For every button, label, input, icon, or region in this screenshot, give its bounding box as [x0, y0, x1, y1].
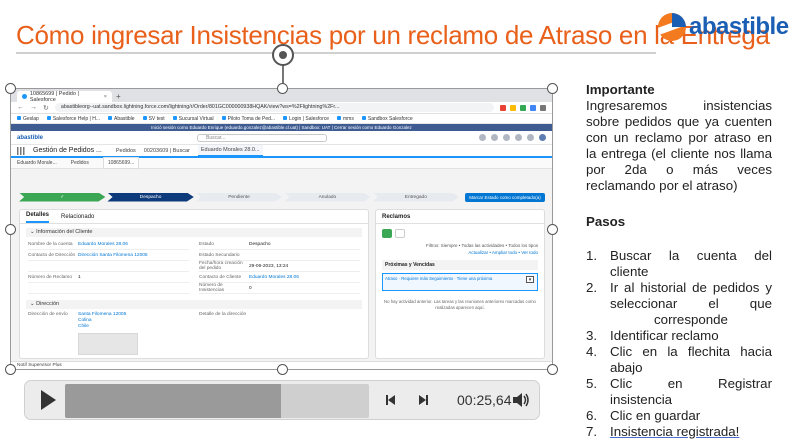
list-item: 4. Clic en la flechita hacia abajo: [586, 344, 772, 375]
rewind-icon[interactable]: [383, 392, 399, 408]
resize-handle[interactable]: [5, 364, 16, 375]
resize-handle[interactable]: [5, 83, 16, 94]
list-item: 1. Buscar la cuenta del cliente: [586, 248, 772, 279]
logo-text: abastible: [689, 13, 789, 40]
slide-title: Cómo ingresar Insistencias por un reclam…: [16, 20, 770, 50]
resize-handle[interactable]: [547, 83, 558, 94]
play-button[interactable]: [33, 385, 63, 415]
video-player: 00:25,64: [24, 380, 540, 420]
instructions-panel: Importante Ingresaremos insistencias sob…: [586, 82, 772, 440]
logo-mark-icon: [658, 13, 686, 41]
importante-text: Ingresaremos insistencias sobre pedidos …: [586, 98, 772, 193]
rotate-handle-icon[interactable]: [272, 44, 294, 66]
list-item: 5. Clic en Registrar insistencia: [586, 376, 772, 407]
resize-handle[interactable]: [547, 224, 558, 235]
list-item: 7. Insistencia registrada!: [586, 424, 740, 439]
list-item: 2. Ir al historial de pedidos y seleccion…: [586, 280, 772, 327]
resize-handle[interactable]: [277, 364, 288, 375]
pasos-title: Pasos: [586, 214, 626, 229]
brand-logo: abastible: [658, 10, 790, 44]
forward-icon[interactable]: [415, 392, 431, 408]
steps-list: 1. Buscar la cuenta del cliente 2. Ir al h…: [586, 248, 772, 440]
resize-handle[interactable]: [277, 83, 288, 94]
volume-icon[interactable]: [512, 392, 530, 408]
seek-progress: [65, 384, 281, 418]
list-item: 3. Identificar reclamo: [586, 328, 719, 343]
title-underline: [16, 52, 656, 54]
list-item: 6. Clic en guardar: [586, 408, 701, 423]
resize-handle[interactable]: [5, 224, 16, 235]
resize-handle[interactable]: [547, 364, 558, 375]
selection-frame: [10, 88, 553, 370]
seek-bar[interactable]: [65, 384, 369, 418]
playback-time: 00:25,64: [457, 392, 512, 408]
importante-title: Importante: [586, 82, 655, 97]
rotate-stem: [282, 64, 284, 84]
